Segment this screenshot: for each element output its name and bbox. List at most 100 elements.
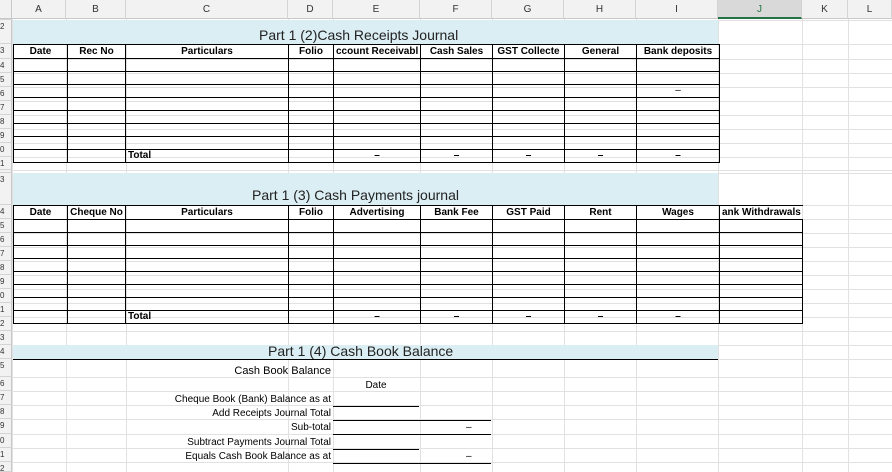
cell[interactable]	[719, 245, 803, 259]
cell[interactable]	[420, 297, 493, 311]
cell[interactable]	[333, 123, 421, 137]
cell[interactable]	[492, 232, 565, 246]
cell[interactable]	[492, 97, 565, 111]
cell[interactable]	[288, 58, 334, 72]
column-header-h[interactable]: H	[564, 0, 636, 19]
cell[interactable]	[125, 110, 289, 124]
col-accounts-receivable[interactable]: ccount Receivabl	[333, 44, 421, 59]
cell[interactable]	[420, 58, 493, 72]
col-general[interactable]: General	[564, 44, 637, 59]
cell[interactable]	[420, 136, 493, 150]
cell[interactable]	[492, 123, 565, 137]
row-header[interactable]: 5	[0, 219, 12, 233]
row-header[interactable]: 2	[0, 462, 12, 472]
cell[interactable]	[333, 271, 421, 285]
col-cash-sales[interactable]: Cash Sales	[420, 44, 493, 59]
total-dash[interactable]: –	[492, 310, 565, 324]
cell[interactable]	[13, 123, 68, 137]
cell[interactable]	[13, 271, 68, 285]
cell[interactable]	[67, 110, 126, 124]
row-header[interactable]: 4	[0, 59, 12, 73]
column-header-j[interactable]: J	[718, 0, 802, 19]
cell[interactable]	[719, 297, 803, 311]
cell[interactable]	[420, 271, 493, 285]
cell[interactable]	[13, 232, 68, 246]
row-header[interactable]: 3	[0, 331, 12, 345]
cell[interactable]	[719, 232, 803, 246]
col-folio[interactable]: Folio	[288, 44, 334, 59]
cell[interactable]	[636, 136, 720, 150]
row-header[interactable]: 4	[0, 205, 12, 219]
cell[interactable]	[564, 97, 637, 111]
cell[interactable]	[125, 284, 289, 298]
cell[interactable]	[125, 219, 289, 233]
total-dash[interactable]: –	[333, 310, 421, 324]
cell[interactable]	[13, 97, 68, 111]
cell[interactable]	[420, 71, 493, 85]
cell[interactable]	[67, 284, 126, 298]
total-dash[interactable]: –	[492, 149, 565, 163]
cell[interactable]	[125, 97, 289, 111]
col-gst-paid[interactable]: GST Paid	[492, 205, 565, 220]
closing-dash[interactable]: –	[466, 451, 472, 462]
cell[interactable]	[492, 284, 565, 298]
cell[interactable]	[333, 245, 421, 259]
cell[interactable]	[288, 71, 334, 85]
receipts-table[interactable]: Date Rec No Particulars Folio ccount Rec…	[13, 44, 720, 163]
column-header-d[interactable]: D	[288, 0, 333, 19]
cell[interactable]	[492, 245, 565, 259]
cell[interactable]	[288, 232, 334, 246]
cell[interactable]	[564, 136, 637, 150]
subtotal-dash[interactable]: –	[466, 422, 472, 433]
cell[interactable]	[420, 110, 493, 124]
cell[interactable]	[333, 84, 421, 98]
col-gst-collected[interactable]: GST Collecte	[492, 44, 565, 59]
payments-total-label[interactable]: Total	[125, 310, 289, 324]
total-dash[interactable]: –	[564, 149, 637, 163]
cell[interactable]	[125, 232, 289, 246]
row-header[interactable]: 3	[0, 173, 12, 205]
receipts-total-label[interactable]: Total	[125, 149, 289, 163]
cell[interactable]	[288, 136, 334, 150]
row-header[interactable]: 8	[0, 115, 12, 129]
cell[interactable]	[288, 284, 334, 298]
cell[interactable]	[333, 97, 421, 111]
column-header-i[interactable]: I	[636, 0, 718, 19]
column-header-f[interactable]: F	[420, 0, 492, 19]
cell[interactable]	[13, 258, 68, 272]
cell[interactable]	[288, 271, 334, 285]
row-header[interactable]: 6	[0, 233, 12, 247]
cell[interactable]	[125, 84, 289, 98]
cell[interactable]	[492, 110, 565, 124]
row-header[interactable]: 1	[0, 157, 12, 170]
cell[interactable]	[420, 232, 493, 246]
row-header[interactable]: 6	[0, 87, 12, 101]
col-wages[interactable]: Wages	[636, 205, 720, 220]
row-header[interactable]: 5	[0, 73, 12, 87]
cell[interactable]	[67, 271, 126, 285]
cell[interactable]	[125, 71, 289, 85]
cell[interactable]	[13, 71, 68, 85]
row-header[interactable]: 0	[0, 289, 12, 303]
cell[interactable]	[564, 297, 637, 311]
cell[interactable]	[67, 58, 126, 72]
cell[interactable]	[492, 271, 565, 285]
cell[interactable]	[333, 219, 421, 233]
cell[interactable]	[13, 245, 68, 259]
cell[interactable]	[13, 84, 68, 98]
cell[interactable]	[420, 258, 493, 272]
cell[interactable]	[67, 258, 126, 272]
cell[interactable]	[719, 271, 803, 285]
cell[interactable]	[13, 297, 68, 311]
cell[interactable]	[719, 258, 803, 272]
cell[interactable]	[67, 219, 126, 233]
cell[interactable]	[288, 245, 334, 259]
cell[interactable]	[420, 219, 493, 233]
cell[interactable]	[288, 84, 334, 98]
total-dash[interactable]: –	[564, 310, 637, 324]
cell[interactable]	[333, 284, 421, 298]
cell[interactable]	[420, 245, 493, 259]
cell[interactable]	[719, 219, 803, 233]
cell[interactable]	[288, 297, 334, 311]
row-header[interactable]: 4	[0, 345, 12, 359]
